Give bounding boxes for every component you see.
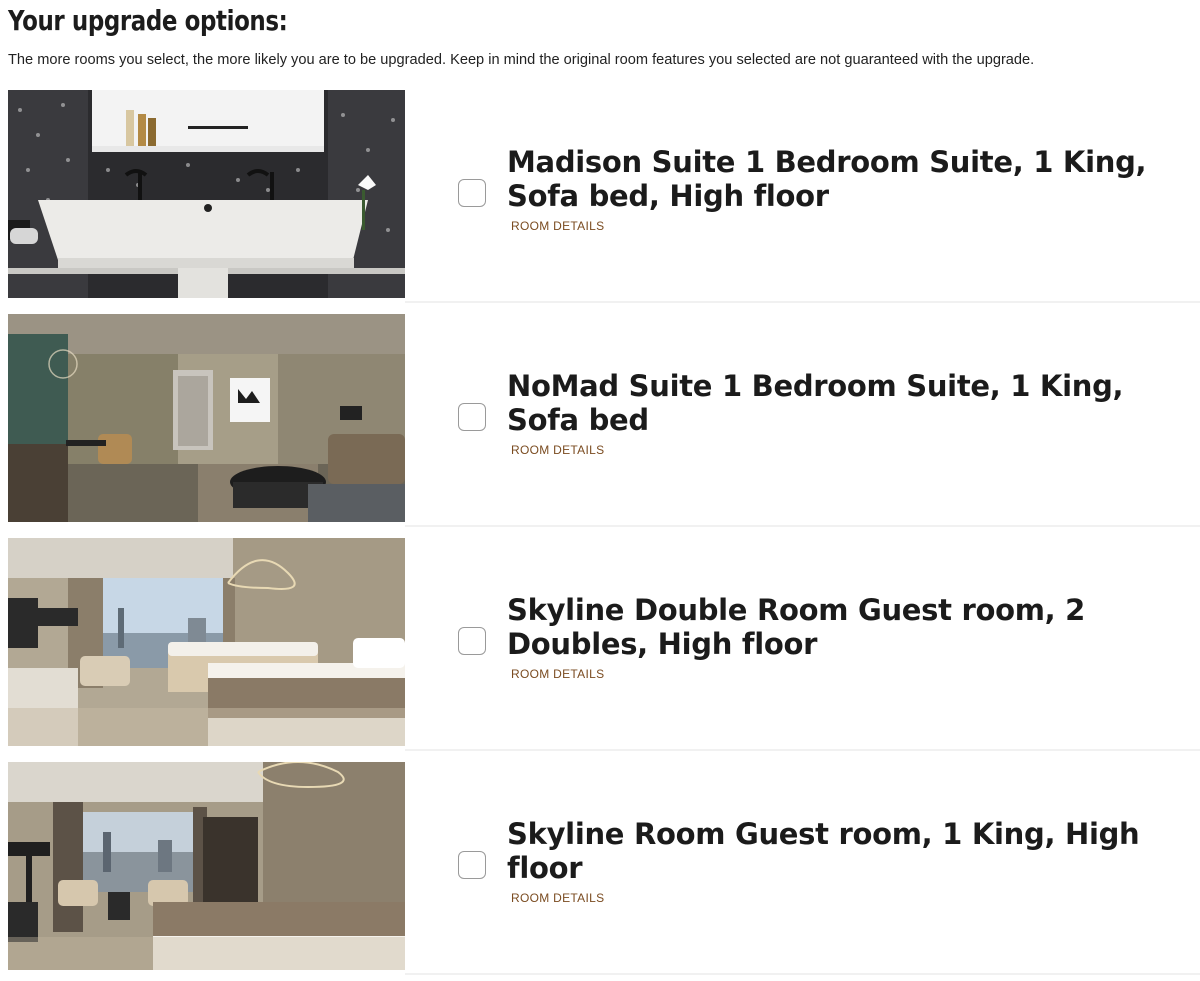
room-select-checkbox[interactable] bbox=[458, 851, 486, 879]
room-details-link[interactable]: ROOM DETAILS bbox=[511, 667, 604, 681]
row-divider bbox=[405, 973, 1200, 975]
bathroom-photo-illustration bbox=[8, 90, 405, 298]
room-details-link[interactable]: ROOM DETAILS bbox=[511, 443, 604, 457]
room-name: Madison Suite 1 Bedroom Suite, 1 King, S… bbox=[507, 145, 1147, 213]
room-photo-bathroom bbox=[8, 90, 405, 298]
row-divider bbox=[405, 749, 1200, 751]
room-photo-double bbox=[8, 538, 405, 746]
page-title: Your upgrade options: bbox=[8, 4, 288, 37]
row-divider bbox=[405, 525, 1200, 527]
room-name: Skyline Room Guest room, 1 King, High fl… bbox=[507, 817, 1140, 885]
room-select-checkbox[interactable] bbox=[458, 403, 486, 431]
room-list: Madison Suite 1 Bedroom Suite, 1 King, S… bbox=[0, 90, 1200, 981]
room-option: NoMad Suite 1 Bedroom Suite, 1 King, Sof… bbox=[0, 314, 1200, 538]
king-room-photo-illustration bbox=[8, 762, 405, 970]
row-divider bbox=[405, 301, 1200, 303]
room-select-checkbox[interactable] bbox=[458, 627, 486, 655]
double-room-photo-illustration bbox=[8, 538, 405, 746]
suite-photo-illustration bbox=[8, 314, 405, 522]
room-photo-king bbox=[8, 762, 405, 970]
room-select-checkbox[interactable] bbox=[458, 179, 486, 207]
room-option: Skyline Room Guest room, 1 King, High fl… bbox=[0, 762, 1200, 981]
room-photo-suite bbox=[8, 314, 405, 522]
room-option: Skyline Double Room Guest room, 2 Double… bbox=[0, 538, 1200, 762]
room-details-link[interactable]: ROOM DETAILS bbox=[511, 891, 604, 905]
room-name: NoMad Suite 1 Bedroom Suite, 1 King, Sof… bbox=[507, 369, 1124, 437]
room-option: Madison Suite 1 Bedroom Suite, 1 King, S… bbox=[0, 90, 1200, 314]
room-name: Skyline Double Room Guest room, 2 Double… bbox=[507, 593, 1086, 661]
intro-text: The more rooms you select, the more like… bbox=[8, 52, 1035, 68]
room-details-link[interactable]: ROOM DETAILS bbox=[511, 219, 604, 233]
